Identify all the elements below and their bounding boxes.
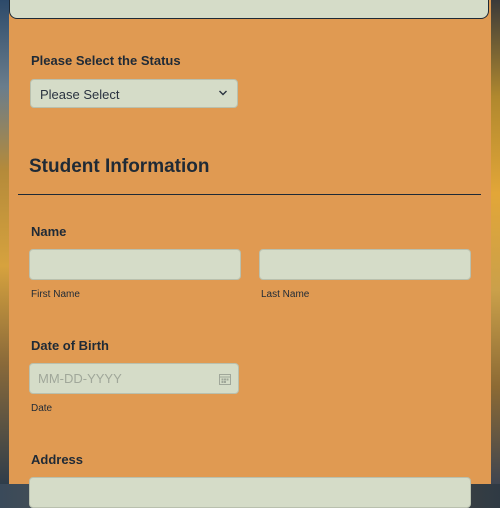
address-field[interactable] <box>29 477 471 508</box>
last-name-field[interactable] <box>259 249 471 280</box>
last-name-input[interactable] <box>260 250 470 279</box>
chevron-down-icon <box>219 90 227 96</box>
calendar-icon[interactable] <box>219 373 231 385</box>
status-label: Please Select the Status <box>31 53 181 68</box>
name-label: Name <box>31 224 67 239</box>
previous-field-box <box>9 0 489 19</box>
section-title-student-information: Student Information <box>29 156 210 177</box>
dob-sublabel: Date <box>31 403 53 414</box>
background-photo-right <box>491 0 500 484</box>
form-card: Please Select the Status Please Select S… <box>9 0 491 508</box>
dob-input[interactable] <box>30 364 238 393</box>
last-name-sublabel: Last Name <box>261 289 310 300</box>
address-label: Address <box>31 452 84 467</box>
address-input[interactable] <box>30 478 470 507</box>
first-name-input[interactable] <box>30 250 240 279</box>
status-select[interactable]: Please Select <box>30 79 238 108</box>
first-name-field[interactable] <box>29 249 241 280</box>
first-name-sublabel: First Name <box>31 289 80 300</box>
dob-field[interactable] <box>29 363 239 394</box>
background-photo-left <box>0 0 9 484</box>
status-selected-value: Please Select <box>40 87 120 102</box>
dob-label: Date of Birth <box>31 338 109 353</box>
section-divider <box>18 194 481 195</box>
